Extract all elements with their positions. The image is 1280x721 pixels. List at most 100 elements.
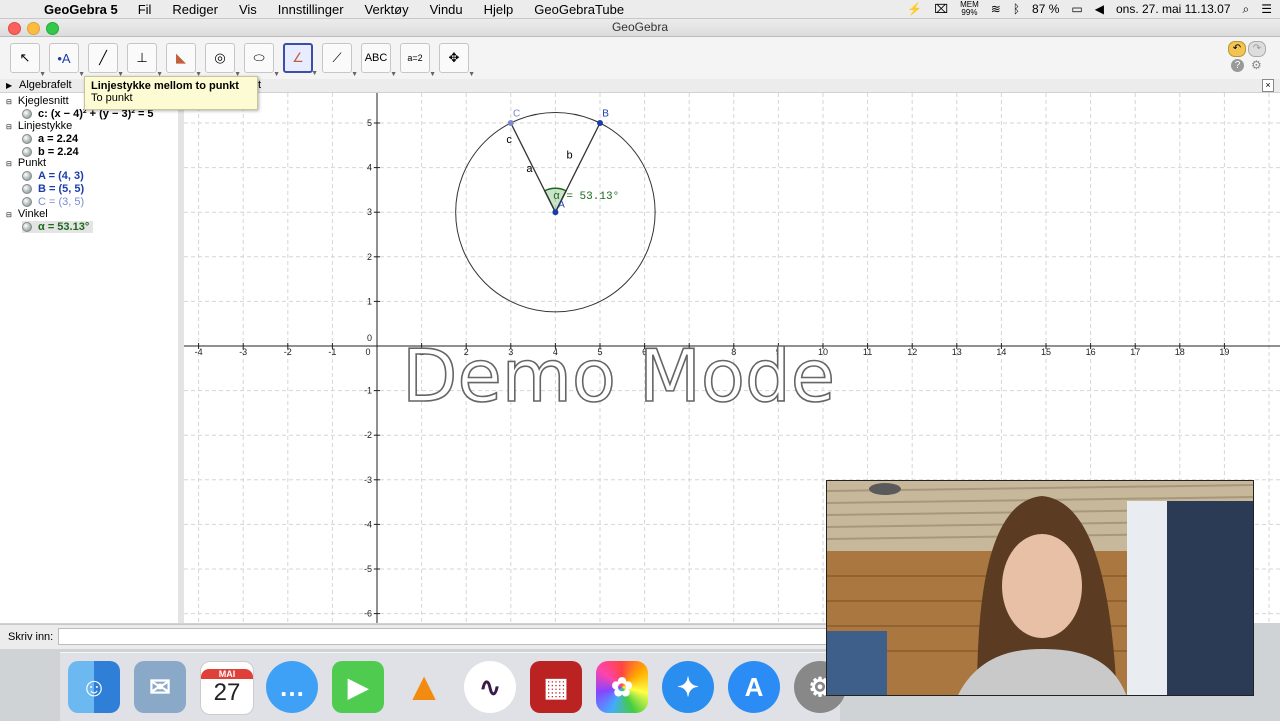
facetime-icon[interactable]: ▶: [332, 661, 384, 713]
slider-tool-button[interactable]: a=2 ▼: [400, 43, 436, 78]
label-angle: α = 53.13°: [553, 191, 619, 203]
collapse-arrow-icon[interactable]: ▶: [6, 79, 12, 92]
algebra-item-a[interactable]: a = 2.24: [22, 133, 78, 145]
angle-tool-button[interactable]: ∠ ▼: [283, 43, 318, 77]
input-bar: Skriv inn:: [0, 624, 830, 649]
slider-icon: a=2: [407, 53, 423, 63]
mail-icon[interactable]: ✉: [134, 661, 186, 713]
algebra-item-text: A = (4, 3): [38, 170, 84, 182]
visibility-toggle-icon[interactable]: [22, 222, 32, 232]
gear-icon: ⚙: [1251, 58, 1262, 72]
flash-icon[interactable]: ⚡: [907, 2, 922, 16]
category-punkt[interactable]: ⊟ Punkt: [6, 157, 46, 169]
ellipse-icon: ⬭: [253, 50, 265, 65]
calendar-day: 27: [213, 679, 241, 706]
menu-geogebratube[interactable]: GeoGebraTube: [534, 2, 624, 17]
label-a: a: [526, 163, 533, 175]
algebra-item-C[interactable]: C = (3, 5): [22, 196, 84, 208]
memory-indicator[interactable]: MEM 99%: [960, 1, 979, 17]
help-button[interactable]: ?: [1231, 59, 1244, 72]
photos-icon[interactable]: ✿: [596, 661, 648, 713]
polygon-tool-button[interactable]: ◣ ▼: [166, 43, 202, 78]
x-tick-label: 19: [1219, 347, 1229, 357]
command-input[interactable]: [58, 628, 828, 645]
spotlight-icon[interactable]: ⌕: [1243, 2, 1250, 17]
origin-label: 0: [367, 333, 372, 343]
reflect-tool-button[interactable]: ⟋ ▼: [322, 43, 358, 78]
volume-icon[interactable]: ◀: [1095, 2, 1104, 16]
menu-rediger[interactable]: Rediger: [172, 2, 218, 17]
zoom-window-button[interactable]: [46, 22, 59, 35]
move-view-tool-button[interactable]: ✥ ▼: [439, 43, 475, 78]
algebra-view-title: Algebrafelt: [19, 79, 72, 91]
menu-vis[interactable]: Vis: [239, 2, 257, 17]
finder-icon[interactable]: ☺: [68, 661, 120, 713]
webcam-overlay: [826, 480, 1254, 696]
category-vinkel[interactable]: ⊟ Vinkel: [6, 208, 48, 220]
y-tick-label: -1: [364, 386, 372, 396]
algebra-item-text: B = (5, 5): [38, 183, 85, 195]
visibility-toggle-icon[interactable]: [22, 109, 32, 119]
x-tick-label: 15: [1041, 347, 1051, 357]
visibility-toggle-icon[interactable]: [22, 197, 32, 207]
graphics-view-title-fragment: t: [258, 79, 262, 91]
algebra-item-A[interactable]: A = (4, 3): [22, 170, 84, 182]
visibility-toggle-icon[interactable]: [22, 184, 32, 194]
camera-icon[interactable]: ⌧: [934, 2, 948, 16]
point-tool-button[interactable]: •A ▼: [49, 43, 85, 78]
geogebra-icon[interactable]: ∿: [464, 661, 516, 713]
x-tick-label: -3: [239, 347, 247, 357]
move-tool-button[interactable]: ↖ ▼: [10, 43, 46, 78]
category-linjestykke[interactable]: ⊟ Linjestykke: [6, 120, 72, 132]
tool-tooltip: Linjestykke mellom to punkt To punkt: [84, 76, 258, 110]
menu-vindu[interactable]: Vindu: [430, 2, 463, 17]
safari-icon[interactable]: ✦: [662, 661, 714, 713]
messages-icon[interactable]: …: [266, 661, 318, 713]
app-name-menu[interactable]: GeoGebra 5: [44, 2, 118, 17]
photo-booth-icon[interactable]: ▦: [530, 661, 582, 713]
visibility-toggle-icon[interactable]: [22, 171, 32, 181]
point-C[interactable]: [507, 120, 514, 126]
line-tool-button[interactable]: ╱ ▼: [88, 43, 124, 78]
notification-center-icon[interactable]: ☰: [1261, 2, 1272, 16]
point-B[interactable]: [597, 120, 603, 126]
close-window-button[interactable]: [8, 22, 21, 35]
label-b: b: [567, 150, 573, 162]
calendar-month: MAI: [201, 669, 253, 679]
angle-icon: ∠: [292, 50, 304, 65]
menu-innstillinger[interactable]: Innstillinger: [278, 2, 344, 17]
menu-fil[interactable]: Fil: [138, 2, 152, 17]
x-tick-label: -1: [328, 347, 336, 357]
tooltip-subtitle: To punkt: [91, 92, 133, 104]
menu-hjelp[interactable]: Hjelp: [484, 2, 514, 17]
category-kjeglesnitt[interactable]: ⊟ Kjeglesnitt: [6, 95, 69, 107]
visibility-toggle-icon[interactable]: [22, 134, 32, 144]
settings-button[interactable]: ⚙: [1251, 59, 1264, 72]
algebra-item-alpha[interactable]: α = 53.13°: [22, 221, 94, 233]
minimize-window-button[interactable]: [27, 22, 40, 35]
clock[interactable]: ons. 27. mai 11.13.07: [1116, 2, 1231, 16]
menu-verktoy[interactable]: Verktøy: [365, 2, 409, 17]
circle-icon: ◎: [214, 50, 226, 65]
algebra-item-text: C = (3, 5): [38, 196, 85, 208]
ellipse-tool-button[interactable]: ⬭ ▼: [244, 43, 280, 78]
redo-button[interactable]: ↷: [1248, 41, 1266, 57]
app-store-icon[interactable]: A: [728, 661, 780, 713]
category-label: Punkt: [17, 157, 47, 169]
vlc-icon[interactable]: ▲: [398, 661, 450, 713]
algebra-item-B[interactable]: B = (5, 5): [22, 183, 84, 195]
battery-label[interactable]: 87 %: [1032, 2, 1059, 16]
wifi-icon[interactable]: ≋: [991, 2, 1001, 16]
close-view-button[interactable]: ×: [1262, 79, 1274, 92]
x-tick-label: -2: [284, 347, 292, 357]
bluetooth-icon[interactable]: ᛒ: [1013, 2, 1020, 16]
label-c: c: [506, 134, 512, 146]
perpendicular-tool-button[interactable]: ⊥ ▼: [127, 43, 163, 78]
text-tool-button[interactable]: ABC ▼: [361, 43, 397, 78]
demo-mode-watermark: Demo Mode: [402, 334, 835, 418]
input-label: Skriv inn:: [8, 631, 54, 643]
undo-button[interactable]: ↶: [1228, 41, 1246, 57]
circle-tool-button[interactable]: ◎ ▼: [205, 43, 241, 78]
visibility-toggle-icon[interactable]: [22, 147, 32, 157]
calendar-icon[interactable]: MAI 27: [200, 661, 254, 715]
